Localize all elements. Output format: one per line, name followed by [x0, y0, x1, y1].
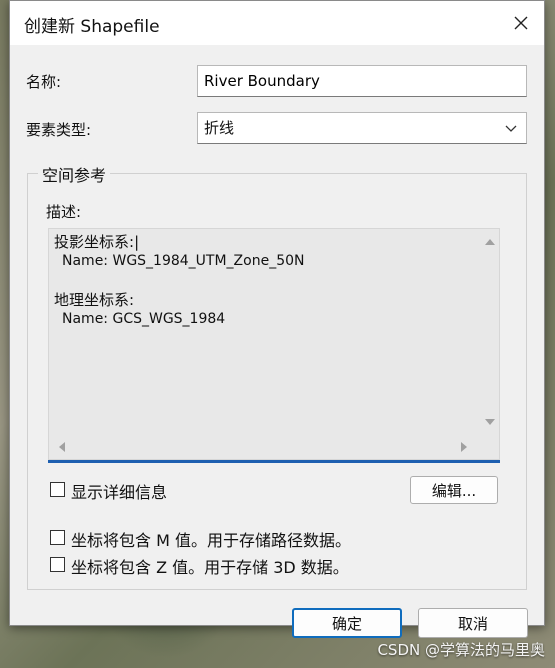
- description-text: 投影坐标系:| Name: WGS_1984_UTM_Zone_50N 地理坐标…: [54, 233, 304, 329]
- text-cursor: |: [134, 233, 140, 251]
- show-details-checkbox[interactable]: [50, 482, 65, 497]
- feature-type-label: 要素类型:: [26, 121, 92, 139]
- z-values-label: 坐标将包含 Z 值。用于存储 3D 数据。: [71, 558, 349, 577]
- feature-type-select[interactable]: 折线: [197, 112, 527, 144]
- name-label: 名称:: [26, 73, 62, 91]
- ok-button-label: 确定: [331, 614, 362, 633]
- scroll-left-icon[interactable]: [53, 438, 71, 456]
- show-details-label: 显示详细信息: [71, 483, 168, 502]
- feature-type-value: 折线: [204, 119, 235, 137]
- scroll-down-icon[interactable]: [481, 413, 499, 431]
- description-underline: [48, 460, 500, 463]
- description-box[interactable]: 投影坐标系:| Name: WGS_1984_UTM_Zone_50N 地理坐标…: [48, 228, 500, 460]
- edit-button-label: 编辑...: [431, 481, 477, 500]
- create-shapefile-dialog: 创建新 Shapefile 名称: 要素类型: 折线 空间参考 描述: 投影坐标…: [9, 0, 545, 638]
- chevron-down-icon: [505, 125, 517, 132]
- scroll-up-icon[interactable]: [481, 233, 499, 251]
- watermark: CSDN @学算法的马里奥: [377, 641, 545, 659]
- geographic-cs-heading: 地理坐标系:: [54, 291, 135, 309]
- projected-cs-heading: 投影坐标系:: [54, 233, 135, 251]
- vertical-scrollbar[interactable]: [481, 229, 499, 435]
- cancel-button-label: 取消: [457, 614, 488, 633]
- cancel-button[interactable]: 取消: [418, 608, 528, 638]
- dialog-title: 创建新 Shapefile: [24, 17, 160, 37]
- geographic-cs-name: Name: GCS_WGS_1984: [62, 311, 226, 327]
- close-icon: [514, 16, 528, 30]
- name-input[interactable]: [197, 65, 527, 97]
- projected-cs-name: Name: WGS_1984_UTM_Zone_50N: [62, 253, 305, 269]
- description-label: 描述:: [46, 203, 82, 221]
- scroll-right-icon[interactable]: [455, 438, 473, 456]
- title-bar: 创建新 Shapefile: [10, 1, 544, 45]
- m-values-checkbox[interactable]: [50, 530, 65, 545]
- edit-button[interactable]: 编辑...: [410, 476, 498, 504]
- close-button[interactable]: [498, 1, 544, 45]
- m-values-label: 坐标将包含 M 值。用于存储路径数据。: [71, 531, 351, 550]
- horizontal-scrollbar[interactable]: [49, 435, 499, 459]
- spatial-reference-title: 空间参考: [38, 162, 111, 186]
- ok-button[interactable]: 确定: [292, 608, 402, 638]
- z-values-checkbox[interactable]: [50, 557, 65, 572]
